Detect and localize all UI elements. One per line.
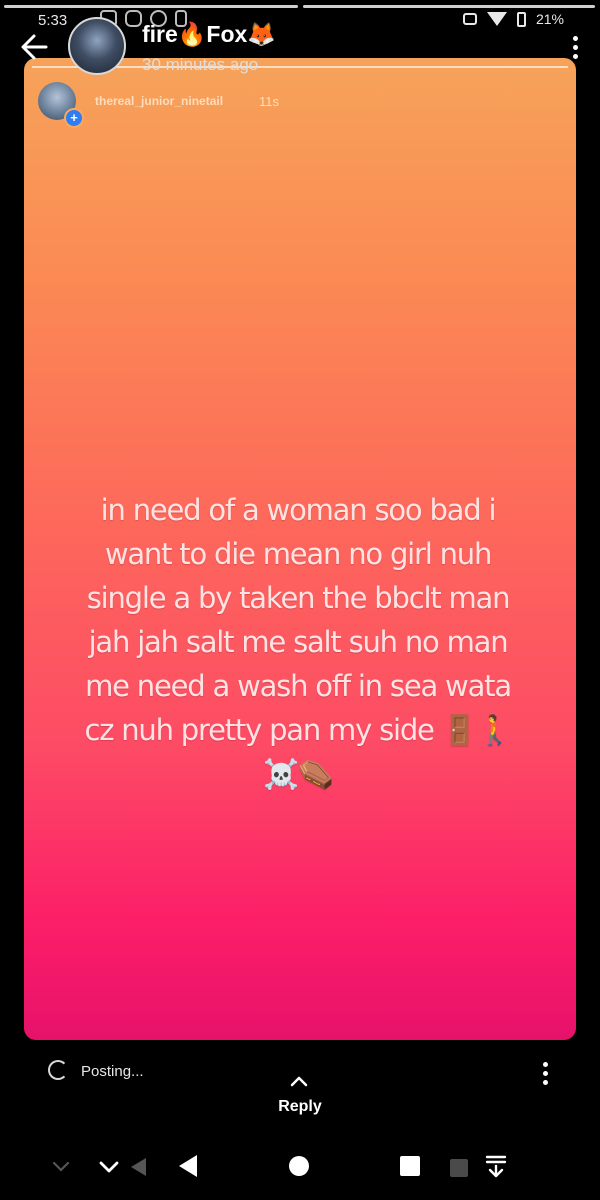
chevron-down-icon[interactable] — [50, 1160, 72, 1174]
avatar[interactable] — [68, 17, 126, 75]
story-card[interactable]: + thereal_junior_ninetail 11s in need of… — [24, 58, 576, 1040]
vibrate-icon — [462, 13, 477, 25]
nav-home-icon[interactable] — [288, 1155, 310, 1177]
story-progress-segment-2 — [303, 5, 595, 8]
notification-expand-icon[interactable] — [484, 1154, 508, 1180]
status-time: 5:33 — [38, 12, 68, 29]
back-arrow-icon[interactable] — [18, 30, 52, 64]
story-progress-segment-1 — [4, 5, 298, 8]
posting-status: Posting... — [81, 1063, 144, 1080]
add-story-badge: + — [64, 108, 84, 128]
chevron-up-icon[interactable] — [289, 1075, 309, 1087]
spinner-icon — [48, 1060, 68, 1080]
status-system-icons: 21% — [462, 11, 564, 27]
reply-button[interactable]: Reply — [274, 1098, 326, 1116]
chevron-down-icon[interactable] — [98, 1159, 120, 1175]
nav-recents-icon[interactable] — [399, 1155, 421, 1177]
shared-post-time: 11s — [259, 94, 279, 109]
nav-back-icon[interactable] — [128, 1156, 150, 1178]
more-vertical-icon[interactable] — [543, 1062, 548, 1085]
instagram-icon — [125, 10, 142, 27]
signal-icon — [486, 12, 507, 26]
battery-percent: 21% — [535, 11, 564, 27]
more-vertical-icon[interactable] — [573, 36, 578, 59]
nav-recents-icon[interactable] — [449, 1158, 469, 1178]
nav-back-icon[interactable] — [176, 1153, 200, 1179]
story-username[interactable]: fire🔥Fox🦊 — [142, 21, 276, 48]
posted-time: 30 minutes ago — [142, 55, 259, 74]
story-caption: in need of a woman soo bad i want to die… — [84, 493, 512, 791]
shared-post-username[interactable]: thereal_junior_ninetail — [95, 94, 223, 108]
battery-icon — [516, 11, 526, 27]
